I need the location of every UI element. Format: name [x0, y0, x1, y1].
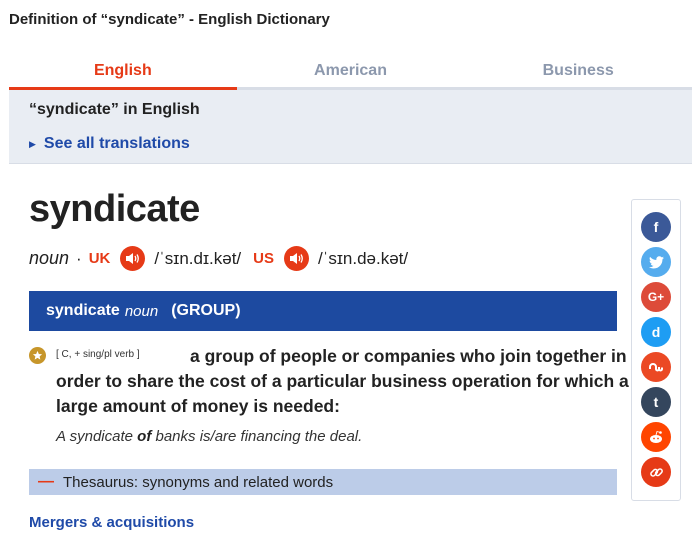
caret-right-icon: ▶	[29, 138, 36, 149]
uk-label: UK	[88, 250, 111, 267]
page-title: Definition of “syndicate” - English Dict…	[9, 11, 330, 28]
facebook-icon: f	[653, 219, 659, 235]
tumblr-share-button[interactable]: t	[641, 387, 671, 417]
tab-english[interactable]: English	[9, 56, 237, 90]
tab-american[interactable]: American	[237, 56, 465, 87]
speaker-icon	[126, 253, 140, 264]
speaker-icon	[289, 253, 303, 264]
see-all-label: See all translations	[43, 135, 190, 152]
uk-audio-button[interactable]	[120, 246, 146, 271]
sense-guideword: (GROUP)	[171, 302, 241, 319]
us-audio-button[interactable]	[283, 246, 309, 271]
twitter-icon	[648, 255, 664, 268]
thesaurus-label: Thesaurus: synonyms and related words	[63, 473, 334, 491]
part-of-speech: noun	[29, 248, 70, 268]
stumbleupon-share-button[interactable]	[641, 352, 671, 382]
example-sentence: A syndicate of banks is/are financing th…	[56, 428, 362, 445]
facebook-share-button[interactable]: f	[641, 212, 671, 242]
sense-header: syndicate noun (GROUP)	[29, 291, 617, 331]
thesaurus-toggle[interactable]: — Thesaurus: synonyms and related words	[29, 469, 617, 495]
pronunciation-line: noun · UK /ˈsɪn.dɪ.kət/ US /ˈsɪn.də.kət/	[29, 246, 420, 271]
example-text-end: banks is/are financing the deal.	[151, 428, 363, 445]
stumbleupon-icon	[649, 363, 663, 372]
link-icon	[649, 467, 663, 477]
tab-business[interactable]: Business	[464, 56, 692, 87]
example-bold-word: of	[137, 428, 152, 445]
translations-box: “syndicate” in English ▶ See all transla…	[9, 90, 692, 164]
uk-ipa: /ˈsɪn.dɪ.kət/	[154, 248, 242, 268]
sense-word: syndicate	[46, 302, 120, 319]
reddit-share-button[interactable]	[641, 422, 671, 452]
dictionary-tabs: English American Business	[9, 56, 692, 90]
definition-text: a group of people or companies who join …	[56, 346, 629, 416]
reddit-icon	[650, 430, 662, 443]
headword: syndicate	[29, 188, 200, 230]
twitter-share-button[interactable]	[641, 247, 671, 277]
example-text-start: A syndicate	[56, 428, 138, 445]
delicious-icon: d	[651, 324, 661, 340]
us-ipa: /ˈsɪn.də.kət/	[317, 248, 409, 268]
delicious-share-button[interactable]: d	[641, 317, 671, 347]
star-icon	[29, 347, 46, 364]
translations-title: “syndicate” in English	[29, 101, 200, 118]
sense-pos: noun	[124, 302, 159, 320]
google-plus-share-button[interactable]: G+	[641, 282, 671, 312]
see-all-translations-link[interactable]: ▶ See all translations	[29, 135, 190, 153]
copy-link-share-button[interactable]	[641, 457, 671, 487]
tumblr-icon: t	[653, 394, 659, 410]
separator: ·	[76, 248, 82, 268]
google-plus-icon: G+	[647, 290, 665, 304]
share-panel: f G+ d t	[631, 199, 681, 501]
related-topic-link[interactable]: Mergers & acquisitions	[29, 514, 194, 531]
us-label: US	[253, 250, 274, 267]
minus-icon: —	[38, 473, 54, 490]
